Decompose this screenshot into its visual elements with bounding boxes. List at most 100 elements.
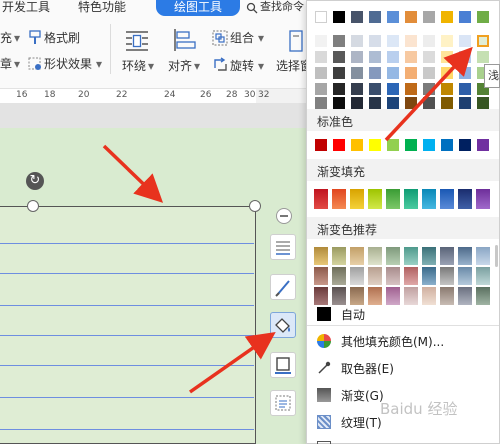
recommended-gradient-swatch[interactable] [458, 287, 472, 305]
rotate-button[interactable]: 旋转 [230, 58, 254, 74]
recommended-gradient-swatch[interactable] [332, 247, 346, 265]
standard-color-swatch[interactable] [351, 139, 363, 151]
theme-color-swatch[interactable] [351, 35, 363, 47]
theme-color-swatch[interactable] [387, 35, 399, 47]
rotate-handle[interactable]: ↻ [26, 172, 44, 190]
gradient-fill-swatch[interactable] [476, 189, 490, 209]
collapse-toolbar-button[interactable] [276, 208, 292, 224]
theme-color-swatch[interactable] [387, 83, 399, 95]
recommended-gradient-swatch[interactable] [386, 267, 400, 285]
gradient-fill-swatch[interactable] [314, 189, 328, 209]
recommended-gradient-swatch[interactable] [476, 267, 490, 285]
pattern-item[interactable] [307, 435, 499, 444]
theme-color-swatch[interactable] [369, 97, 381, 109]
wrap-button[interactable]: 环绕 [122, 58, 146, 74]
theme-color-swatch[interactable] [315, 67, 327, 79]
recommended-gradient-swatch[interactable] [404, 287, 418, 305]
standard-color-swatch[interactable] [405, 139, 417, 151]
theme-color-swatch[interactable] [423, 11, 435, 23]
recommended-gradient-swatch[interactable] [314, 247, 328, 265]
theme-color-swatch[interactable] [369, 67, 381, 79]
standard-color-swatch[interactable] [423, 139, 435, 151]
fill-button-label[interactable]: 充 [0, 30, 12, 46]
tab-drawing-tools[interactable]: 绘图工具 [156, 0, 240, 16]
recommended-gradient-swatch[interactable] [422, 247, 436, 265]
more-fill-colors-item[interactable]: 其他填充颜色(M)... [307, 328, 499, 354]
theme-color-swatch[interactable] [423, 67, 435, 79]
theme-color-swatch[interactable] [459, 83, 471, 95]
rotate-caret[interactable]: ▾ [258, 58, 264, 74]
theme-color-swatch[interactable] [351, 11, 363, 23]
selected-shape[interactable] [0, 206, 256, 444]
eyedropper-item[interactable]: 取色器(E) [307, 355, 499, 381]
recommended-gradient-swatch[interactable] [440, 267, 454, 285]
layout-float-button[interactable] [270, 390, 296, 416]
theme-color-swatch[interactable] [477, 11, 489, 23]
recommended-gradient-swatch[interactable] [368, 247, 382, 265]
align-button[interactable]: 对齐 [168, 58, 192, 74]
theme-color-swatch[interactable] [459, 51, 471, 63]
resize-handle-top[interactable] [27, 200, 39, 212]
recommended-gradient-swatch[interactable] [440, 247, 454, 265]
theme-color-swatch[interactable] [441, 11, 453, 23]
theme-color-swatch[interactable] [477, 51, 489, 63]
theme-color-swatch[interactable] [369, 83, 381, 95]
recommended-gradient-swatch[interactable] [386, 247, 400, 265]
shape-effects-button[interactable]: 形状效果 [44, 56, 92, 72]
theme-color-swatch[interactable] [423, 97, 435, 109]
theme-color-swatch[interactable] [369, 35, 381, 47]
theme-color-swatch[interactable] [459, 11, 471, 23]
theme-color-swatch[interactable] [441, 67, 453, 79]
theme-color-swatch[interactable] [369, 11, 381, 23]
theme-color-swatch[interactable] [333, 51, 345, 63]
theme-color-swatch[interactable] [351, 97, 363, 109]
theme-color-swatch[interactable] [387, 11, 399, 23]
tab-developer-tools[interactable]: 开发工具 [2, 0, 50, 16]
recommended-gradient-swatch[interactable] [422, 287, 436, 305]
gradient-fill-swatch[interactable] [350, 189, 364, 209]
gradient-fill-swatch[interactable] [422, 189, 436, 209]
shape-effects-caret[interactable]: ▾ [96, 56, 102, 72]
recommended-gradient-swatch[interactable] [368, 267, 382, 285]
standard-color-swatch[interactable] [369, 139, 381, 151]
recommended-gradient-swatch[interactable] [350, 267, 364, 285]
theme-color-swatch[interactable] [441, 35, 453, 47]
theme-color-swatch[interactable] [405, 67, 417, 79]
outline-float-button[interactable] [270, 274, 296, 300]
recommended-gradient-swatch[interactable] [404, 267, 418, 285]
theme-color-swatch[interactable] [351, 83, 363, 95]
recommended-gradient-swatch[interactable] [476, 287, 490, 305]
theme-color-swatch[interactable] [333, 67, 345, 79]
gradient-fill-swatch[interactable] [332, 189, 346, 209]
theme-color-swatch[interactable] [423, 35, 435, 47]
gradient-fill-swatch[interactable] [458, 189, 472, 209]
theme-color-swatch[interactable] [333, 83, 345, 95]
group-button[interactable]: 组合 [230, 30, 254, 46]
tab-special-features[interactable]: 特色功能 [78, 0, 126, 16]
theme-color-swatch[interactable] [423, 83, 435, 95]
theme-color-swatch[interactable] [369, 51, 381, 63]
format-painter-button[interactable]: 格式刷 [44, 30, 80, 46]
align-caret[interactable]: ▾ [194, 58, 200, 74]
fill-dropdown-caret[interactable]: ▾ [14, 30, 20, 46]
gradient-fill-swatch[interactable] [440, 189, 454, 209]
recommended-gradient-swatch[interactable] [476, 247, 490, 265]
theme-color-swatch[interactable] [315, 51, 327, 63]
recommended-gradient-swatch[interactable] [458, 247, 472, 265]
theme-color-swatch[interactable] [315, 11, 327, 23]
theme-color-swatch[interactable] [315, 97, 327, 109]
theme-color-swatch[interactable] [387, 67, 399, 79]
ribbon-row2-fragment[interactable]: 章 [0, 56, 12, 72]
resize-handle-top-right[interactable] [249, 200, 261, 212]
theme-color-swatch[interactable] [477, 97, 489, 109]
gradient-fill-swatch[interactable] [404, 189, 418, 209]
theme-color-swatch[interactable] [459, 67, 471, 79]
theme-color-swatch[interactable] [459, 35, 471, 47]
gradient-fill-swatch[interactable] [368, 189, 382, 209]
standard-color-swatch[interactable] [333, 139, 345, 151]
theme-color-swatch[interactable] [477, 35, 489, 47]
theme-color-swatch[interactable] [459, 97, 471, 109]
gradient-fill-swatch[interactable] [386, 189, 400, 209]
theme-color-swatch[interactable] [333, 11, 345, 23]
theme-color-swatch[interactable] [351, 67, 363, 79]
